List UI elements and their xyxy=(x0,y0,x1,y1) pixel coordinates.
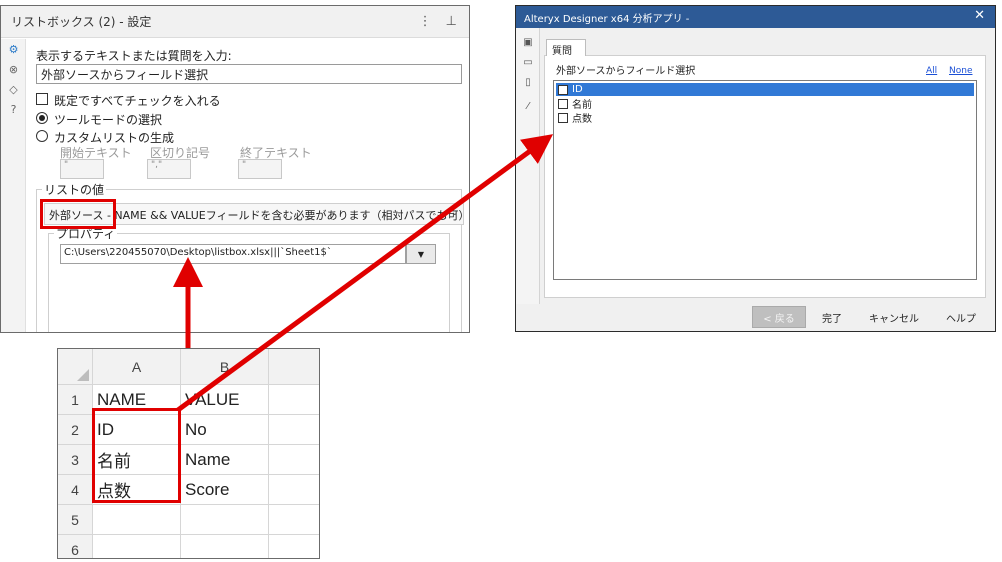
pin-icon[interactable]: ⊥ xyxy=(446,14,457,29)
gear-icon[interactable]: ⚙ xyxy=(1,39,26,59)
cell-b6[interactable] xyxy=(181,535,269,558)
cell-c2[interactable] xyxy=(269,415,319,445)
file-icon[interactable]: ▯ xyxy=(516,72,540,92)
cancel-button[interactable]: キャンセル xyxy=(864,306,924,328)
chevron-down-icon: ⌄ xyxy=(450,207,459,218)
list-item[interactable]: 名前 xyxy=(556,97,974,111)
cell-c6[interactable] xyxy=(269,535,319,558)
tool-mode-radio[interactable] xyxy=(36,112,48,124)
spreadsheet: A B C 1 NAME VALUE 2 ID No 3 名前 Name 4 点… xyxy=(57,348,320,559)
default-check-label: 既定ですべてチェックを入れる xyxy=(54,94,221,108)
app-dialog: Alteryx Designer x64 分析アプリ - ✕ ▣ ▭ ▯ ⁄ 質… xyxy=(515,5,996,332)
dialog-titlebar: Alteryx Designer x64 分析アプリ - xyxy=(516,6,995,28)
config-header: リストボックス (2) - 設定 ⋮ ⊥ xyxy=(1,6,469,38)
row-header[interactable]: 6 xyxy=(58,535,93,558)
file-path-dropdown-button[interactable]: ▼ xyxy=(406,244,436,264)
cell-b1[interactable]: VALUE xyxy=(181,385,269,415)
cell-c3[interactable] xyxy=(269,445,319,475)
cell-c5[interactable] xyxy=(269,505,319,535)
caret-down-icon: ▼ xyxy=(417,249,425,259)
select-all-link[interactable]: All xyxy=(926,66,937,76)
tag-icon[interactable]: ◇ xyxy=(1,79,26,99)
highlight-box-source xyxy=(40,199,116,229)
list-item[interactable]: 点数 xyxy=(556,111,974,125)
default-check-checkbox[interactable] xyxy=(36,93,48,105)
start-text-input[interactable]: " xyxy=(60,159,104,179)
config-title: リストボックス (2) - 設定 xyxy=(11,15,152,29)
column-header-a[interactable]: A xyxy=(93,349,181,385)
help-icon[interactable]: ? xyxy=(1,99,26,119)
connection-icon[interactable]: ⊗ xyxy=(1,59,26,79)
item-checkbox[interactable] xyxy=(558,98,568,109)
config-sidebar: ⚙ ⊗ ◇ ? xyxy=(1,39,26,332)
field-listbox[interactable]: ID 名前 点数 xyxy=(553,80,977,280)
cell-b2[interactable]: No xyxy=(181,415,269,445)
prompt-input[interactable]: 外部ソースからフィールド選択 xyxy=(36,64,462,84)
cell-a6[interactable] xyxy=(93,535,181,558)
list-item[interactable]: ID xyxy=(556,83,974,96)
list-source-rest: NAME && VALUEフィールドを含む必要があります（相対パスでも可） xyxy=(114,209,464,222)
item-checkbox[interactable] xyxy=(558,84,568,95)
select-all-corner[interactable] xyxy=(58,349,93,385)
end-text-input[interactable]: " xyxy=(238,159,282,179)
dialog-title: Alteryx Designer x64 分析アプリ - xyxy=(524,13,690,25)
help-button[interactable]: ヘルプ xyxy=(936,306,986,328)
separator-input[interactable]: "," xyxy=(147,159,191,179)
finish-button[interactable]: 完了 xyxy=(812,306,852,328)
config-panel: リストボックス (2) - 設定 ⋮ ⊥ ⚙ ⊗ ◇ ? 表示するテキストまたは… xyxy=(0,5,470,333)
wand-icon[interactable]: ⁄ xyxy=(516,96,540,116)
close-icon[interactable]: ✕ xyxy=(974,8,985,23)
app-icon[interactable]: ▣ xyxy=(516,32,540,52)
file-path-input[interactable]: C:\Users\220455070\Desktop\listbox.xlsx|… xyxy=(60,244,406,264)
row-header[interactable]: 1 xyxy=(58,385,93,415)
cell-a5[interactable] xyxy=(93,505,181,535)
prompt-label: 表示するテキストまたは質問を入力: xyxy=(36,49,232,63)
item-checkbox[interactable] xyxy=(558,112,568,123)
row-header[interactable]: 2 xyxy=(58,415,93,445)
cell-c1[interactable] xyxy=(269,385,319,415)
dialog-sidebar: ▣ ▭ ▯ ⁄ xyxy=(516,28,540,304)
list-values-label: リストの値 xyxy=(42,181,107,198)
column-header-c[interactable]: C xyxy=(269,349,319,385)
cell-b4[interactable]: Score xyxy=(181,475,269,505)
tool-mode-label: ツールモードの選択 xyxy=(54,113,163,127)
cell-b5[interactable] xyxy=(181,505,269,535)
column-header-b[interactable]: B xyxy=(181,349,269,385)
custom-list-radio[interactable] xyxy=(36,130,48,142)
row-header[interactable]: 5 xyxy=(58,505,93,535)
row-header[interactable]: 4 xyxy=(58,475,93,505)
row-header[interactable]: 3 xyxy=(58,445,93,475)
dialog-question: 外部ソースからフィールド選択 xyxy=(556,66,696,77)
back-button[interactable]: < 戻る xyxy=(752,306,806,328)
cell-b3[interactable]: Name xyxy=(181,445,269,475)
folder-icon[interactable]: ▭ xyxy=(516,52,540,72)
highlight-box-names xyxy=(92,408,181,503)
more-options-icon[interactable]: ⋮ xyxy=(419,14,432,29)
cell-c4[interactable] xyxy=(269,475,319,505)
tab-question[interactable]: 質問 xyxy=(546,39,586,57)
select-none-link[interactable]: None xyxy=(949,66,972,76)
